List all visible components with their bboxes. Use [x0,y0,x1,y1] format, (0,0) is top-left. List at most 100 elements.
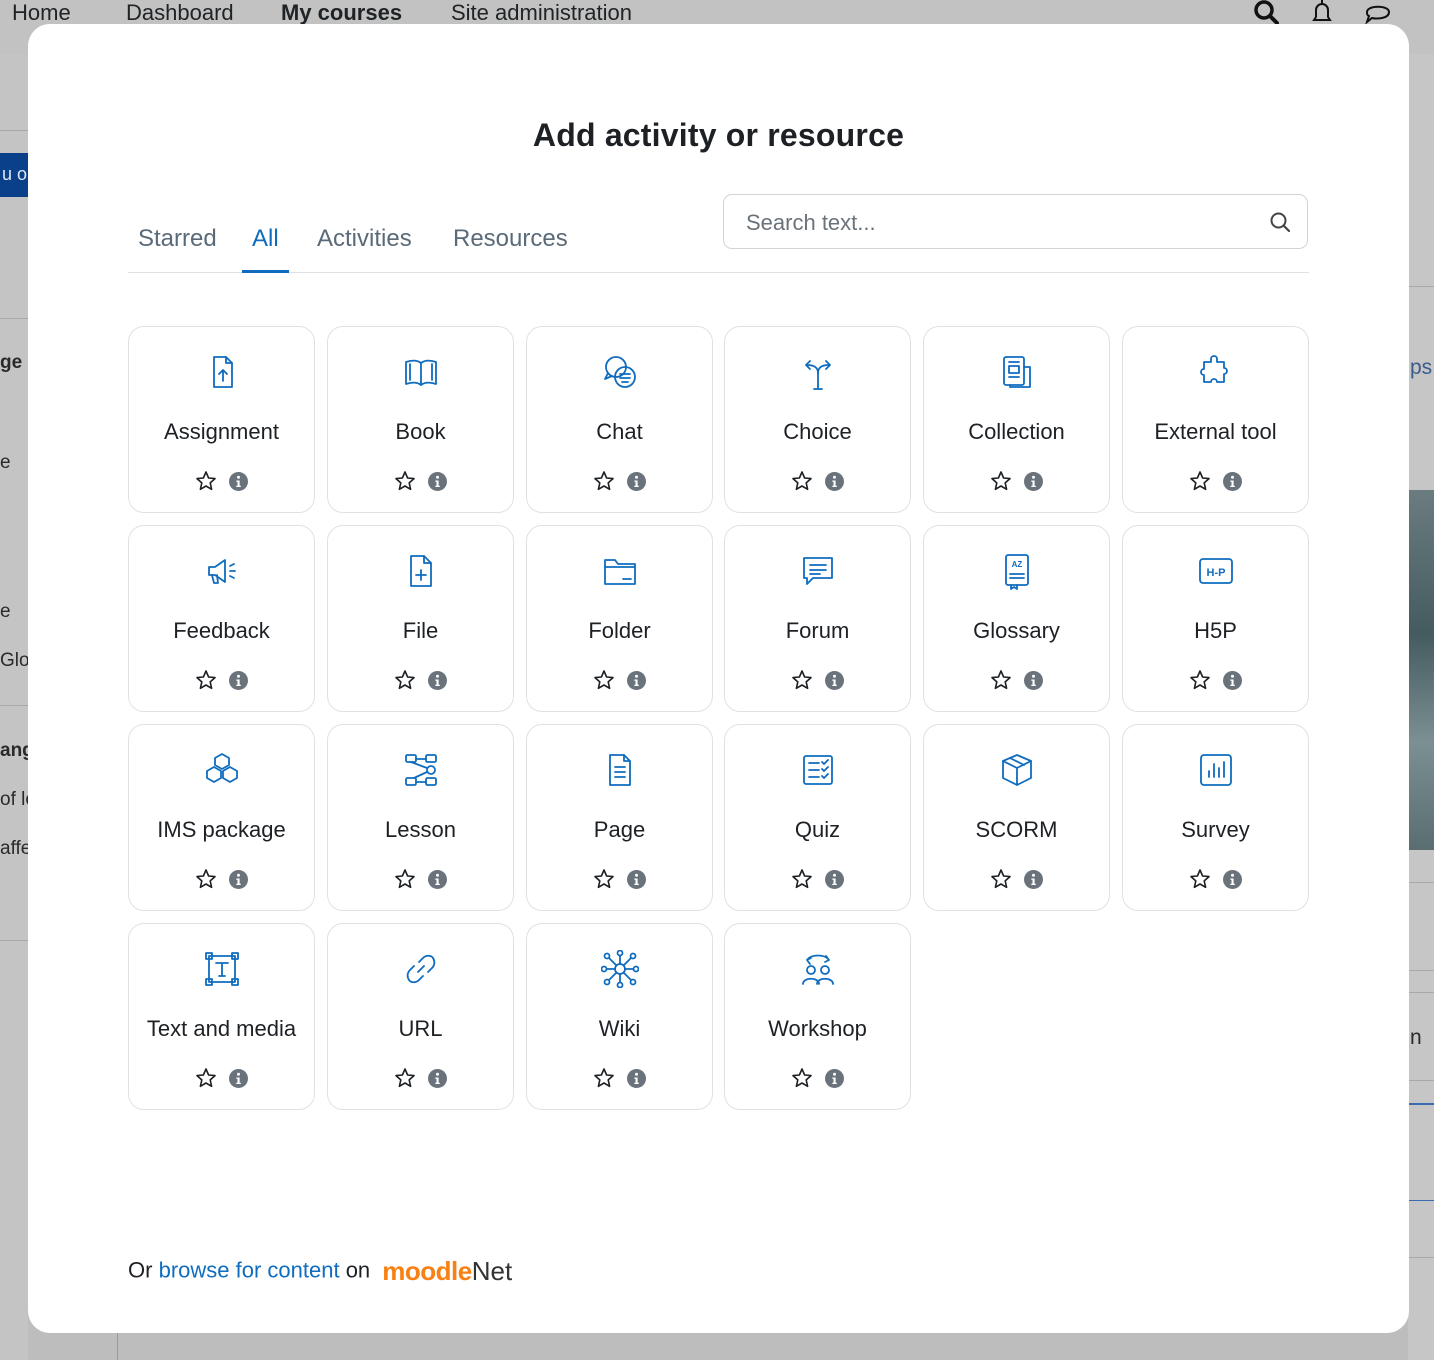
info-icon[interactable] [428,1069,447,1088]
activity-card[interactable]: IMS package [128,724,315,911]
star-icon[interactable] [593,669,615,691]
tab-all[interactable]: All [242,220,289,273]
activity-card[interactable]: Assignment [128,326,315,513]
background-divider [1408,882,1434,883]
search-input[interactable] [744,205,1248,241]
star-icon[interactable] [394,1067,416,1089]
activity-label: H5P [1194,618,1237,643]
background-text: e [0,452,11,473]
star-icon[interactable] [990,669,1012,691]
activity-card[interactable]: SCORM [923,724,1110,911]
activity-card[interactable]: Lesson [327,724,514,911]
info-icon[interactable] [1223,870,1242,889]
star-icon[interactable] [394,470,416,492]
nav-dashboard[interactable]: Dashboard [126,0,234,26]
info-icon[interactable] [428,671,447,690]
file-icon [410,555,432,587]
star-icon[interactable] [195,470,217,492]
star-icon[interactable] [1189,470,1211,492]
star-icon[interactable] [593,868,615,890]
star-icon[interactable] [394,868,416,890]
nav-site-administration[interactable]: Site administration [451,0,632,26]
activity-label: Workshop [768,1016,867,1041]
star-icon[interactable] [1189,868,1211,890]
info-icon[interactable] [1223,671,1242,690]
info-icon[interactable] [229,671,248,690]
activity-label: Glossary [973,618,1060,643]
activity-card[interactable]: File [327,525,514,712]
search-box [723,194,1308,249]
tab-resources[interactable]: Resources [443,220,578,270]
info-icon[interactable] [229,870,248,889]
star-icon[interactable] [593,1067,615,1089]
svg-text:AZ: AZ [1012,560,1023,569]
h5p-icon: H-P [1199,558,1233,584]
star-icon[interactable] [791,1067,813,1089]
info-icon[interactable] [825,472,844,491]
search-icon[interactable] [1252,0,1280,26]
activity-card[interactable]: Feedback [128,525,315,712]
survey-icon [1200,754,1232,786]
background-divider [1408,1103,1434,1105]
info-icon[interactable] [1223,472,1242,491]
activity-label: URL [398,1016,443,1041]
nav-my-courses[interactable]: My courses [281,0,402,26]
activity-card[interactable]: Book [327,326,514,513]
activity-card[interactable]: Choice [724,326,911,513]
info-icon[interactable] [428,870,447,889]
activity-card[interactable]: Survey [1122,724,1309,911]
activity-card[interactable]: External tool [1122,326,1309,513]
star-icon[interactable] [195,868,217,890]
star-icon[interactable] [791,669,813,691]
page-icon [609,754,631,786]
star-icon[interactable] [394,669,416,691]
star-icon[interactable] [593,470,615,492]
browse-content-link[interactable]: browse for content [159,1257,340,1282]
info-icon[interactable] [627,671,646,690]
activity-card[interactable]: Collection [923,326,1110,513]
info-icon[interactable] [1024,472,1043,491]
info-icon[interactable] [627,870,646,889]
star-icon[interactable] [791,470,813,492]
info-icon[interactable] [1024,870,1043,889]
activity-card[interactable]: Quiz [724,724,911,911]
nav-home[interactable]: Home [12,0,71,26]
bell-icon[interactable] [1308,0,1336,26]
info-icon[interactable] [229,472,248,491]
activity-card[interactable]: Workshop [724,923,911,1110]
star-icon[interactable] [1189,669,1211,691]
activity-card[interactable]: H-P H5P [1122,525,1309,712]
activity-card[interactable]: Chat [526,326,713,513]
info-icon[interactable] [627,1069,646,1088]
background-divider [117,1333,118,1360]
info-icon[interactable] [825,671,844,690]
activity-card[interactable]: Folder [526,525,713,712]
info-icon[interactable] [627,472,646,491]
star-icon[interactable] [195,1067,217,1089]
info-icon[interactable] [1024,671,1043,690]
activity-label: Feedback [173,618,270,643]
tab-starred[interactable]: Starred [128,220,227,270]
activity-card[interactable]: Wiki [526,923,713,1110]
activity-card[interactable]: Page [526,724,713,911]
star-icon[interactable] [791,868,813,890]
activity-card[interactable]: AZ Glossary [923,525,1110,712]
info-icon[interactable] [229,1069,248,1088]
activity-card[interactable]: Text and media [128,923,315,1110]
folder-icon [604,559,636,585]
activity-label: Text and media [146,1016,297,1041]
info-icon[interactable] [825,1069,844,1088]
star-icon[interactable] [990,868,1012,890]
info-icon[interactable] [428,472,447,491]
background-divider [1408,286,1434,287]
star-icon[interactable] [990,470,1012,492]
search-icon[interactable] [1269,211,1291,233]
info-icon[interactable] [825,870,844,889]
activity-card[interactable]: Forum [724,525,911,712]
tab-activities[interactable]: Activities [307,220,422,270]
star-icon[interactable] [195,669,217,691]
background-text: e [0,601,11,622]
chat-icon[interactable] [1364,0,1392,26]
activity-card[interactable]: URL [327,923,514,1110]
moodlenet-logo: moodleNet [382,1256,513,1286]
